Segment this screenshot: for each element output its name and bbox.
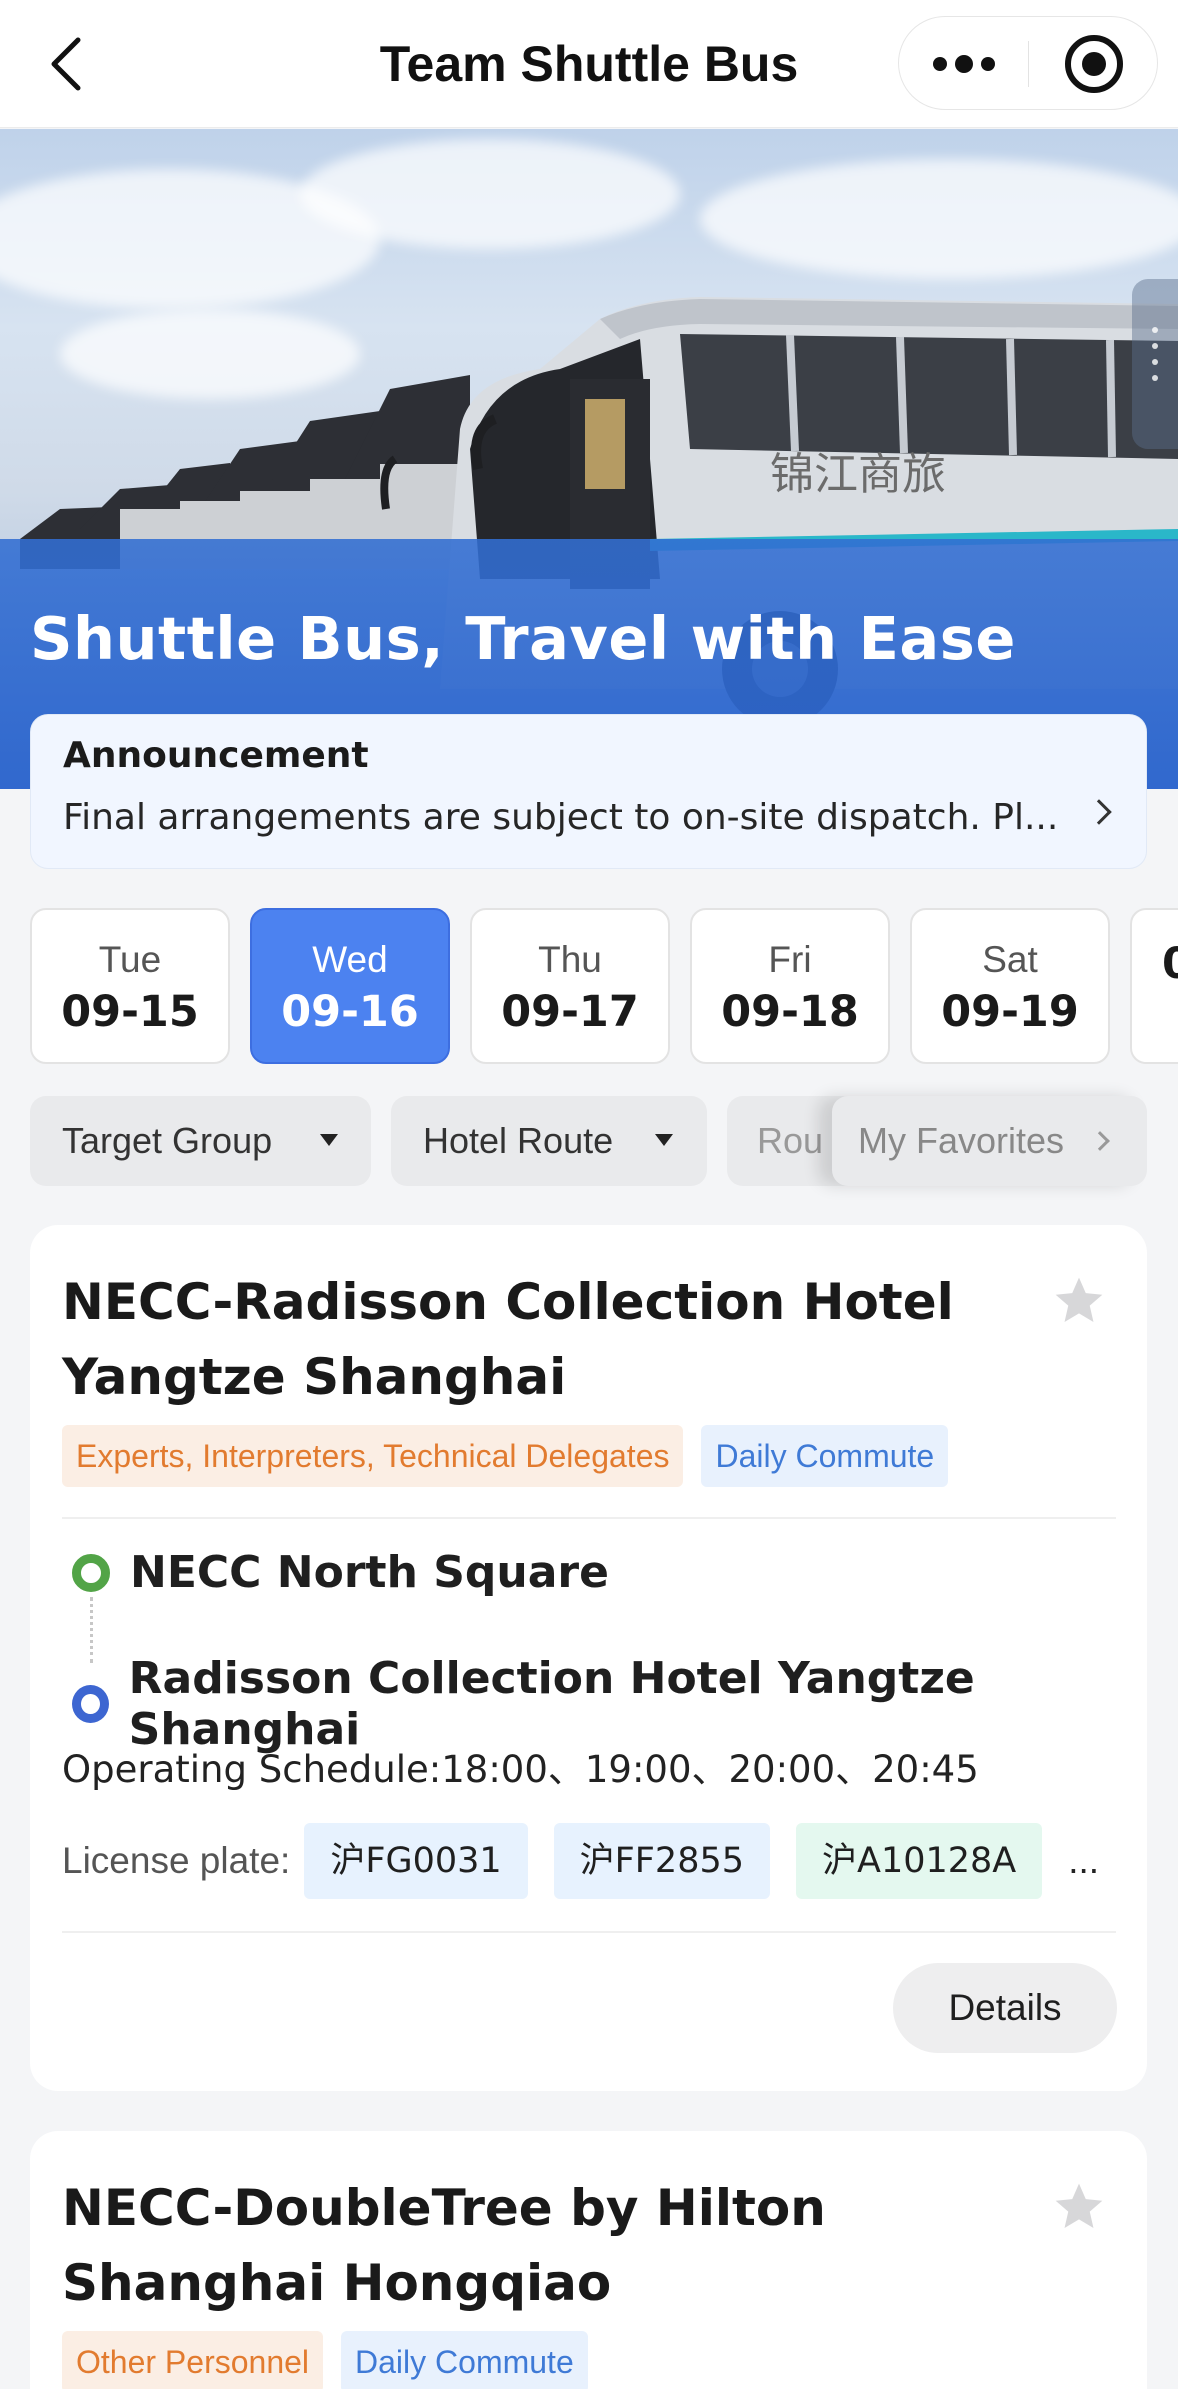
caret-down-icon bbox=[320, 1134, 338, 1146]
more-button[interactable] bbox=[929, 39, 999, 89]
date-sat[interactable]: Sat 09-19 bbox=[910, 908, 1110, 1064]
start-stop-name: NECC North Square bbox=[130, 1547, 609, 1598]
announcement-panel[interactable]: Announcement Final arrangements are subj… bbox=[30, 714, 1147, 869]
navigation-bar: Team Shuttle Bus bbox=[0, 0, 1178, 128]
tag-personnel: Experts, Interpreters, Technical Delegat… bbox=[62, 1425, 684, 1487]
date-selector: Tue 09-15 Wed 09-16 Thu 09-17 Fri 09-18 … bbox=[30, 908, 1178, 1065]
date-tue[interactable]: Tue 09-15 bbox=[30, 908, 230, 1064]
chevron-right-icon bbox=[1086, 799, 1112, 825]
route-tags: Other Personnel Daily Commute bbox=[62, 2331, 588, 2389]
tag-commute: Daily Commute bbox=[701, 1425, 949, 1487]
date-thu[interactable]: Thu 09-17 bbox=[470, 908, 670, 1064]
hotel-route-filter[interactable]: Hotel Route bbox=[391, 1096, 707, 1186]
favorite-star-icon[interactable] bbox=[1051, 2179, 1107, 2235]
operating-schedule: Operating Schedule:18:00、19:00、20:00、20:… bbox=[62, 1748, 979, 1791]
announcement-text: Final arrangements are subject to on-sit… bbox=[63, 797, 1059, 838]
mini-program-capsule bbox=[898, 16, 1158, 110]
start-dot-icon bbox=[72, 1553, 110, 1592]
hotel-route-label: Hotel Route bbox=[423, 1120, 614, 1161]
bus-lettering: 锦江商旅 bbox=[770, 449, 946, 500]
route-card[interactable]: NECC-Radisson Collection Hotel Yangtze S… bbox=[30, 1225, 1147, 2091]
license-plate: 沪FG0031 bbox=[304, 1823, 528, 1899]
chevron-right-icon bbox=[1090, 1131, 1110, 1151]
tag-personnel: Other Personnel bbox=[62, 2331, 324, 2389]
date-next-partial[interactable]: 0 bbox=[1130, 908, 1178, 1064]
divider bbox=[62, 1931, 1116, 1933]
details-button[interactable]: Details bbox=[893, 1963, 1117, 2053]
my-favorites-button[interactable]: My Favorites bbox=[832, 1096, 1147, 1186]
plates-more: ... bbox=[1068, 1840, 1100, 1881]
route-title: NECC-Radisson Collection Hotel Yangtze S… bbox=[62, 1273, 954, 1406]
banner-headline: Shuttle Bus, Travel with Ease bbox=[30, 604, 1016, 673]
route-card[interactable]: NECC-DoubleTree by Hilton Shanghai Hongq… bbox=[30, 2131, 1147, 2389]
favorite-star-icon[interactable] bbox=[1051, 1273, 1107, 1329]
route-title: NECC-DoubleTree by Hilton Shanghai Hongq… bbox=[62, 2179, 826, 2312]
license-plate: 沪A10128A bbox=[796, 1823, 1043, 1899]
target-group-filter[interactable]: Target Group bbox=[30, 1096, 371, 1186]
announcement-title: Announcement bbox=[63, 735, 369, 776]
date-wed-selected[interactable]: Wed 09-16 bbox=[250, 908, 450, 1064]
hero-banner: 锦江商旅 Shuttle Bus, Travel with Ease bbox=[0, 129, 1178, 789]
tag-commute: Daily Commute bbox=[341, 2331, 588, 2389]
target-group-label: Target Group bbox=[62, 1120, 273, 1161]
my-favorites-label: My Favorites bbox=[858, 1120, 1065, 1161]
end-dot-icon bbox=[72, 1685, 109, 1723]
license-plates: License plate: 沪FG0031 沪FF2855 沪A10128A … bbox=[62, 1823, 1099, 1899]
route-tags: Experts, Interpreters, Technical Delegat… bbox=[62, 1425, 949, 1487]
more-dots-icon bbox=[933, 57, 947, 71]
capsule-divider bbox=[1028, 41, 1029, 87]
start-stop: NECC North Square bbox=[72, 1547, 609, 1598]
side-handle[interactable] bbox=[1132, 279, 1178, 449]
divider bbox=[62, 1517, 1116, 1519]
date-fri[interactable]: Fri 09-18 bbox=[690, 908, 890, 1064]
caret-down-icon bbox=[655, 1134, 673, 1146]
close-miniprogram-button[interactable] bbox=[1065, 35, 1123, 93]
license-plate: 沪FF2855 bbox=[553, 1823, 770, 1899]
license-plate-label: License plate: bbox=[62, 1840, 291, 1881]
